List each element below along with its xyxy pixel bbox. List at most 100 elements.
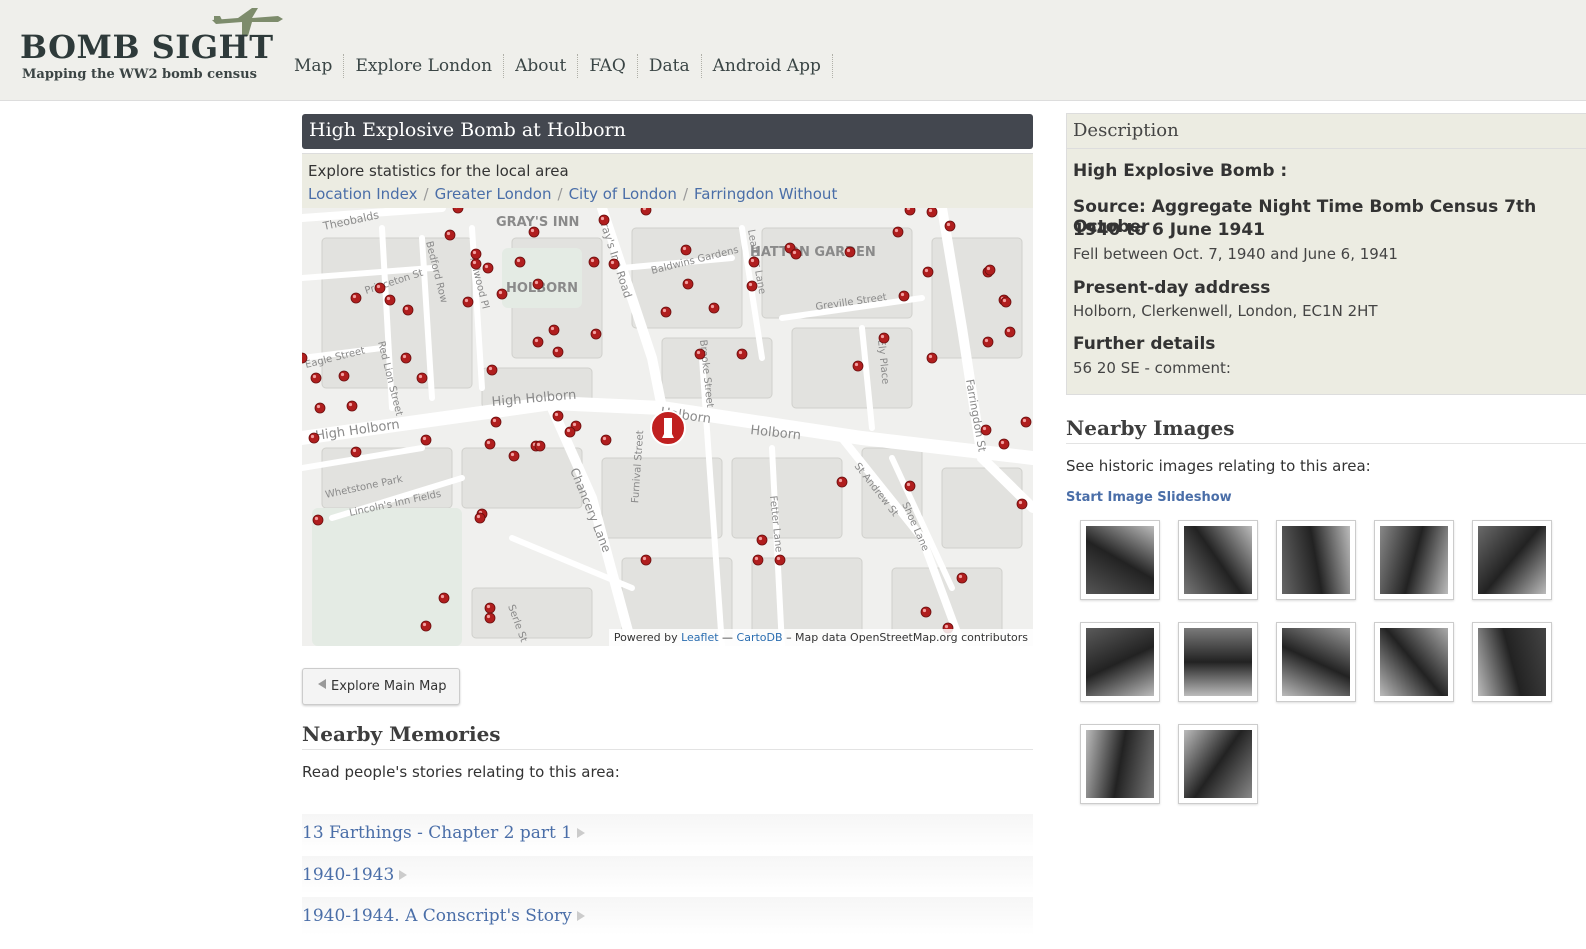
- bomb-marker[interactable]: [920, 606, 932, 618]
- bomb-marker[interactable]: [904, 480, 916, 492]
- image-thumbnail[interactable]: [1080, 520, 1160, 600]
- nav-map[interactable]: Map: [283, 54, 345, 78]
- bomb-marker[interactable]: [534, 440, 546, 452]
- nav-android-app[interactable]: Android App: [702, 54, 833, 78]
- bomb-marker[interactable]: [640, 554, 652, 566]
- nav-data[interactable]: Data: [638, 54, 702, 78]
- memory-item[interactable]: 1940-1943: [302, 856, 1033, 894]
- image-thumbnail[interactable]: [1472, 520, 1552, 600]
- bomb-marker[interactable]: [836, 476, 848, 488]
- bomb-marker[interactable]: [308, 432, 320, 444]
- image-thumbnail[interactable]: [1374, 520, 1454, 600]
- bomb-marker[interactable]: [338, 370, 350, 382]
- bomb-marker[interactable]: [1004, 326, 1016, 338]
- bomb-marker[interactable]: [384, 294, 396, 306]
- cartodb-link[interactable]: CartoDB: [737, 631, 783, 644]
- bomb-marker[interactable]: [346, 400, 358, 412]
- bomb-marker[interactable]: [898, 290, 910, 302]
- bomb-marker[interactable]: [852, 360, 864, 372]
- bomb-marker[interactable]: [660, 306, 672, 318]
- bomb-marker[interactable]: [350, 292, 362, 304]
- bomb-marker[interactable]: [564, 426, 576, 438]
- bomb-marker[interactable]: [484, 438, 496, 450]
- bomb-marker[interactable]: [736, 348, 748, 360]
- memory-title[interactable]: 13 Farthings - Chapter 2 part 1: [302, 823, 572, 843]
- bomb-marker[interactable]: [350, 446, 362, 458]
- bomb-marker[interactable]: [314, 402, 326, 414]
- bomb-marker[interactable]: [708, 302, 720, 314]
- bomb-marker[interactable]: [508, 450, 520, 462]
- bomb-marker[interactable]: [588, 256, 600, 268]
- bomb-marker[interactable]: [748, 256, 760, 268]
- bomb-marker[interactable]: [532, 278, 544, 290]
- bomb-marker[interactable]: [600, 434, 612, 446]
- nav-explore-london[interactable]: Explore London: [344, 54, 505, 78]
- bomb-marker[interactable]: [980, 424, 992, 436]
- bomb-marker[interactable]: [528, 226, 540, 238]
- bomb-marker[interactable]: [682, 278, 694, 290]
- bomb-marker[interactable]: [1020, 416, 1032, 428]
- bomb-marker[interactable]: [752, 554, 764, 566]
- bomb-marker[interactable]: [532, 336, 544, 348]
- bomb-marker[interactable]: [552, 410, 564, 422]
- bomb-marker[interactable]: [756, 534, 768, 546]
- bomb-marker[interactable]: [484, 612, 496, 624]
- bomb-marker[interactable]: [956, 572, 968, 584]
- nav-faq[interactable]: FAQ: [578, 54, 638, 78]
- map-canvas[interactable]: GRAY'S INN HOLBORN HATTON GARDEN High Ho…: [302, 208, 1033, 646]
- image-thumbnail[interactable]: [1276, 520, 1356, 600]
- bomb-marker[interactable]: [844, 246, 856, 258]
- bomb-marker[interactable]: [400, 352, 412, 364]
- image-thumbnail[interactable]: [1178, 622, 1258, 702]
- bomb-marker[interactable]: [438, 592, 450, 604]
- memory-item[interactable]: 13 Farthings - Chapter 2 part 1: [302, 814, 1033, 852]
- image-thumbnail[interactable]: [1374, 622, 1454, 702]
- bomb-marker[interactable]: [486, 364, 498, 376]
- selected-bomb-marker[interactable]: [650, 410, 686, 446]
- bomb-marker[interactable]: [998, 438, 1010, 450]
- bomb-marker[interactable]: [984, 264, 996, 276]
- bomb-marker[interactable]: [590, 328, 602, 340]
- bomb-marker[interactable]: [892, 226, 904, 238]
- bomb-marker[interactable]: [944, 220, 956, 232]
- image-thumbnail[interactable]: [1276, 622, 1356, 702]
- bomb-marker[interactable]: [470, 258, 482, 270]
- bomb-marker[interactable]: [474, 512, 486, 524]
- bomb-marker[interactable]: [680, 244, 692, 256]
- bomb-marker[interactable]: [490, 416, 502, 428]
- bomb-marker[interactable]: [452, 208, 464, 214]
- image-thumbnail[interactable]: [1178, 724, 1258, 804]
- bomb-marker[interactable]: [416, 372, 428, 384]
- breadcrumb-farringdon-without[interactable]: Farringdon Without: [694, 185, 837, 203]
- image-thumbnail[interactable]: [1178, 520, 1258, 600]
- explore-main-map-button[interactable]: Explore Main Map: [302, 668, 460, 705]
- image-thumbnail[interactable]: [1080, 622, 1160, 702]
- bomb-marker[interactable]: [420, 620, 432, 632]
- memory-item[interactable]: 1940-1944. A Conscript's Story: [302, 897, 1033, 935]
- bomb-marker[interactable]: [774, 554, 786, 566]
- start-slideshow-link[interactable]: Start Image Slideshow: [1066, 490, 1232, 505]
- bomb-marker[interactable]: [484, 602, 496, 614]
- logo-title[interactable]: BOMB SIGHT: [20, 28, 274, 66]
- memory-title[interactable]: 1940-1944. A Conscript's Story: [302, 906, 572, 926]
- memory-title[interactable]: 1940-1943: [302, 865, 394, 885]
- image-thumbnail[interactable]: [1472, 622, 1552, 702]
- bomb-marker[interactable]: [926, 352, 938, 364]
- bomb-marker[interactable]: [444, 229, 456, 241]
- nav-about[interactable]: About: [504, 54, 579, 78]
- bomb-marker[interactable]: [878, 332, 890, 344]
- bomb-marker[interactable]: [982, 336, 994, 348]
- bomb-marker[interactable]: [608, 258, 620, 270]
- breadcrumb-city-of-london[interactable]: City of London: [569, 185, 677, 203]
- bomb-map[interactable]: GRAY'S INN HOLBORN HATTON GARDEN High Ho…: [302, 208, 1033, 646]
- bomb-marker[interactable]: [1016, 498, 1028, 510]
- bomb-marker[interactable]: [496, 288, 508, 300]
- bomb-marker[interactable]: [922, 266, 934, 278]
- bomb-marker[interactable]: [482, 262, 494, 274]
- bomb-marker[interactable]: [926, 208, 938, 218]
- bomb-marker[interactable]: [310, 372, 322, 384]
- bomb-marker[interactable]: [374, 282, 386, 294]
- bomb-marker[interactable]: [548, 324, 560, 336]
- bomb-marker[interactable]: [1000, 296, 1012, 308]
- bomb-marker[interactable]: [694, 348, 706, 360]
